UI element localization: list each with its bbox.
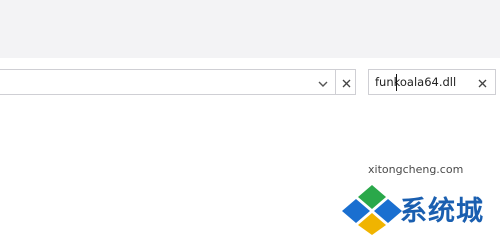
xitongcheng-logo-icon: [342, 183, 402, 235]
text-cursor: [396, 74, 397, 91]
close-icon: [342, 73, 351, 92]
search-clear-button[interactable]: [475, 70, 489, 94]
search-input[interactable]: [375, 72, 471, 92]
search-box[interactable]: [368, 69, 496, 95]
chevron-down-icon: [318, 73, 328, 92]
address-bar[interactable]: [0, 69, 356, 95]
navigation-toolbar: [0, 58, 500, 108]
title-bar: [0, 0, 500, 59]
watermark-brand-text: 系统城: [400, 196, 484, 227]
watermark-url: xitongcheng.com: [368, 163, 464, 176]
address-history-dropdown-button[interactable]: [312, 70, 334, 94]
address-clear-button[interactable]: [335, 70, 356, 94]
close-icon: [478, 73, 487, 92]
